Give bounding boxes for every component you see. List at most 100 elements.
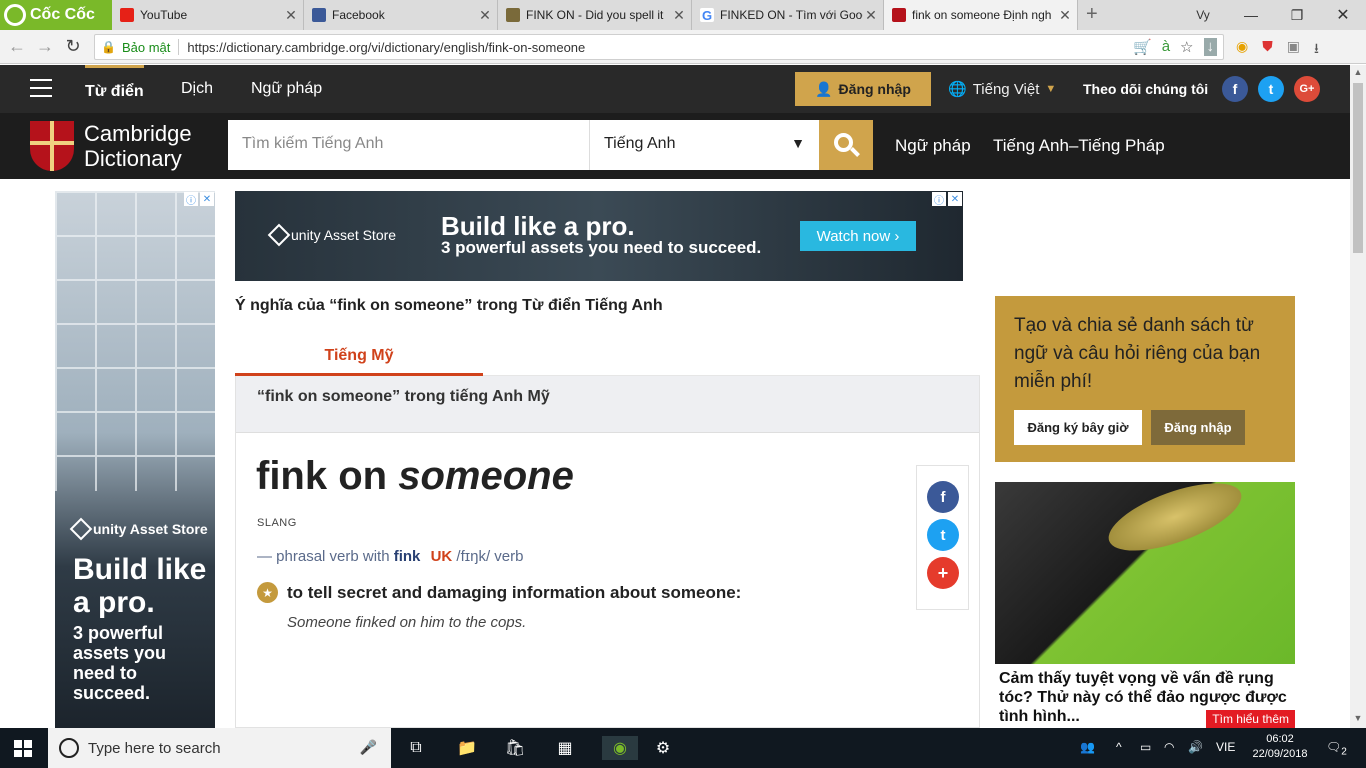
- close-icon[interactable]: ✕: [283, 7, 299, 24]
- app-icon[interactable]: ⚙: [651, 736, 675, 760]
- notification-center-icon[interactable]: 🗨2: [1326, 740, 1347, 757]
- forward-icon[interactable]: →: [34, 36, 56, 57]
- store-icon[interactable]: 🛍: [503, 736, 527, 760]
- login-label: Đăng nhập: [838, 81, 911, 97]
- nav-dictionary[interactable]: Từ điển: [85, 65, 144, 113]
- facebook-icon[interactable]: f: [1222, 76, 1248, 102]
- left-ad-banner[interactable]: ⓘ ✕ unity Asset Store Build like a pro. …: [55, 191, 215, 728]
- scroll-down-icon[interactable]: ▼: [1350, 713, 1366, 723]
- ad-close-icon[interactable]: ✕: [948, 192, 962, 206]
- adblock-icon[interactable]: ⛊: [1262, 38, 1273, 62]
- link-grammar[interactable]: Ngữ pháp: [895, 136, 971, 156]
- nav-grammar[interactable]: Ngữ pháp: [251, 80, 322, 98]
- lock-icon: 🔒: [101, 40, 116, 54]
- pv-base-word-link[interactable]: fink: [394, 548, 421, 565]
- coccoc-brand-label: Cốc Cốc: [30, 6, 95, 23]
- maximize-button[interactable]: ❐: [1274, 0, 1320, 30]
- people-icon[interactable]: 👥: [1080, 740, 1095, 754]
- watch-now-button[interactable]: Watch now ›: [800, 221, 916, 251]
- ad-choices[interactable]: ⓘ ✕: [184, 192, 214, 207]
- login-button[interactable]: 👤 Đăng nhập: [795, 72, 931, 106]
- learn-more-button[interactable]: Tìm hiểu thêm: [1206, 710, 1295, 728]
- close-window-button[interactable]: ✕: [1320, 0, 1366, 30]
- extension-icon[interactable]: ▣: [1287, 38, 1300, 62]
- wifi-icon[interactable]: ◠: [1164, 740, 1174, 754]
- new-tab-button[interactable]: +: [1086, 3, 1098, 26]
- twitter-icon[interactable]: t: [1258, 76, 1284, 102]
- link-english-french[interactable]: Tiếng Anh–Tiếng Pháp: [993, 136, 1165, 156]
- tab-title: FINKED ON - Tìm với Goog: [720, 8, 863, 22]
- search-input[interactable]: Tìm kiếm Tiếng Anh: [228, 120, 590, 170]
- file-explorer-icon[interactable]: 📁: [455, 736, 479, 760]
- tab-american-english[interactable]: Tiếng Mỹ: [235, 336, 483, 376]
- cambridge-shield-icon: [30, 121, 74, 171]
- battery-icon[interactable]: ▭: [1140, 740, 1151, 754]
- address-bar[interactable]: 🔒 Bảo mật https://dictionary.cambridge.o…: [94, 34, 1224, 60]
- coccoc-extension-icon[interactable]: ◉: [1236, 38, 1248, 62]
- ad-info-icon[interactable]: ⓘ: [184, 192, 198, 207]
- chevron-up-icon[interactable]: ^: [1116, 740, 1122, 754]
- nav-translate[interactable]: Dịch: [181, 80, 213, 98]
- browser-tab-bar: Cốc Cốc YouTube ✕ Facebook ✕ FINK ON - D…: [0, 0, 1366, 30]
- download-arrow-icon[interactable]: ⭳: [1314, 38, 1319, 62]
- logo-text: Cambridge Dictionary: [84, 121, 192, 171]
- star-icon[interactable]: ☆: [1180, 38, 1193, 56]
- close-icon[interactable]: ✕: [863, 7, 879, 24]
- windows-start-icon[interactable]: [14, 740, 32, 757]
- translate-icon[interactable]: à: [1162, 38, 1170, 56]
- cambridge-logo[interactable]: Cambridge Dictionary: [30, 121, 192, 171]
- address-bar-icons: 🛒 à ☆ ↓: [1133, 38, 1217, 56]
- share-more-icon[interactable]: +: [927, 557, 959, 589]
- coccoc-taskbar-icon[interactable]: ◉: [602, 736, 638, 760]
- star-icon[interactable]: ★: [257, 582, 278, 603]
- volume-icon[interactable]: 🔊: [1188, 740, 1203, 754]
- reload-icon[interactable]: ↻: [62, 36, 84, 57]
- top-ad-banner[interactable]: ⓘ ✕ unity Asset Store Build like a pro. …: [235, 191, 963, 281]
- clock[interactable]: 06:02 22/09/2018: [1250, 732, 1310, 762]
- page-scrollbar[interactable]: ▲ ▼: [1350, 65, 1366, 728]
- back-icon[interactable]: ←: [6, 36, 28, 57]
- close-icon[interactable]: ✕: [477, 7, 493, 24]
- tab-facebook[interactable]: Facebook ✕: [304, 0, 498, 30]
- download-icon[interactable]: ↓: [1203, 38, 1217, 56]
- close-icon[interactable]: ✕: [1057, 7, 1073, 24]
- minimize-button[interactable]: —: [1228, 0, 1274, 30]
- language-selector[interactable]: 🌐 Tiếng Việt ▼: [948, 80, 1056, 99]
- ad-brand-label: unity Asset Store: [291, 227, 397, 243]
- definition-text: to tell secret and damaging information …: [287, 582, 742, 602]
- task-view-icon[interactable]: ⧉: [404, 736, 428, 760]
- menu-icon[interactable]: [30, 79, 52, 97]
- ad-info-icon[interactable]: ⓘ: [932, 192, 946, 207]
- dictionary-select[interactable]: Tiếng Anh ▼: [590, 120, 819, 170]
- logo-line-1: Cambridge: [84, 121, 192, 146]
- share-facebook-icon[interactable]: f: [927, 481, 959, 513]
- url-text[interactable]: https://dictionary.cambridge.org/vi/dict…: [187, 40, 585, 55]
- ad-cube-graphic: [55, 191, 215, 491]
- taskbar-search[interactable]: Type here to search 🎤: [48, 728, 391, 768]
- tab-cambridge-active[interactable]: fink on someone Định ngh ✕: [884, 0, 1078, 30]
- close-icon[interactable]: ✕: [671, 7, 687, 24]
- tab-fink-on-search[interactable]: FINK ON - Did you spell it ✕: [498, 0, 692, 30]
- profile-button[interactable]: Vy: [1180, 0, 1226, 30]
- microphone-icon[interactable]: 🎤: [360, 739, 377, 756]
- search-button[interactable]: [819, 120, 873, 170]
- google-plus-icon[interactable]: G+: [1294, 76, 1320, 102]
- cart-icon[interactable]: 🛒: [1133, 38, 1152, 56]
- coccoc-brand[interactable]: Cốc Cốc: [0, 0, 112, 30]
- site-icon: [506, 8, 520, 22]
- share-twitter-icon[interactable]: t: [927, 519, 959, 551]
- tab-youtube[interactable]: YouTube ✕: [112, 0, 304, 30]
- scrollbar-thumb[interactable]: [1353, 83, 1363, 253]
- headword: fink on someone: [256, 454, 574, 499]
- scroll-up-icon[interactable]: ▲: [1350, 67, 1366, 77]
- dictionary-tabs: Tiếng Mỹ: [235, 336, 980, 376]
- ad-close-icon[interactable]: ✕: [200, 192, 214, 206]
- promo-login-button[interactable]: Đăng nhập: [1151, 410, 1245, 445]
- youtube-icon: [120, 8, 134, 22]
- tab-google[interactable]: G FINKED ON - Tìm với Goog ✕: [692, 0, 884, 30]
- ad-choices[interactable]: ⓘ ✕: [932, 192, 962, 207]
- app-icon[interactable]: ▦: [553, 736, 577, 760]
- right-ad[interactable]: Cảm thấy tuyệt vọng về vấn đề rụng tóc? …: [995, 482, 1295, 728]
- input-language[interactable]: VIE: [1216, 740, 1235, 754]
- signup-button[interactable]: Đăng ký bây giờ: [1014, 410, 1142, 445]
